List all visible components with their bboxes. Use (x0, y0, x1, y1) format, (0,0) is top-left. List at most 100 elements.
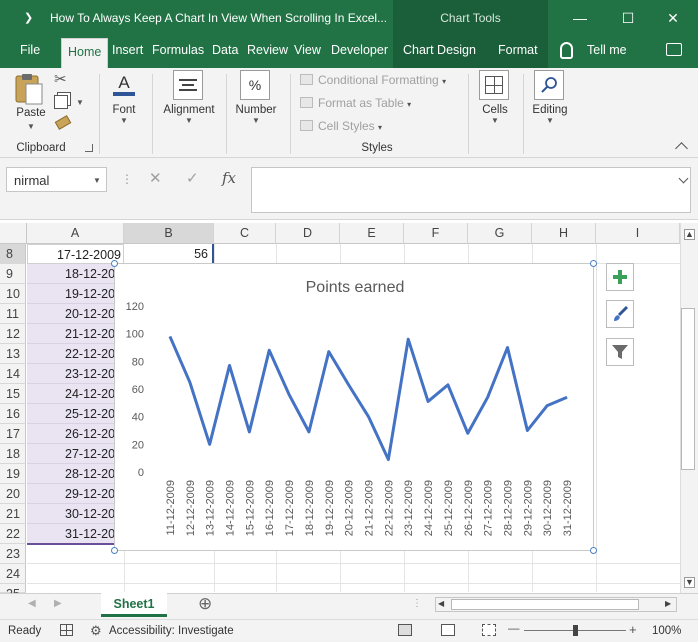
row-header[interactable]: 8 (0, 244, 26, 264)
copy-dropdown-icon[interactable]: ▼ (76, 98, 84, 107)
zoom-in-button[interactable]: + (629, 622, 637, 637)
tab-chart-design[interactable]: Chart Design (397, 36, 482, 64)
column-header[interactable]: A (27, 223, 124, 244)
accessibility-icon[interactable]: ⚙ (90, 623, 102, 639)
cell-a12[interactable]: 21-12-200 (27, 324, 124, 344)
cell-a8[interactable]: 17-12-2009 (27, 244, 124, 264)
tab-data[interactable]: Data (206, 36, 244, 64)
row-header[interactable]: 12 (0, 324, 26, 344)
column-header[interactable]: C (214, 223, 276, 244)
enter-entry-button[interactable]: ✓ (186, 169, 199, 187)
vertical-scroll-thumb[interactable] (681, 308, 695, 470)
column-header[interactable]: E (340, 223, 404, 244)
chart-resize-handle[interactable] (111, 260, 118, 267)
comments-icon[interactable] (666, 43, 682, 56)
cell-styles-button[interactable]: Cell Styles ▾ (300, 119, 382, 133)
tab-format[interactable]: Format (492, 36, 544, 64)
column-header[interactable]: G (468, 223, 532, 244)
scroll-left-button[interactable]: ◀ (438, 599, 444, 608)
number-button[interactable]: % Number ▼ (230, 70, 282, 134)
cell-a22[interactable]: 31-12-200 (27, 524, 124, 544)
column-header[interactable]: F (404, 223, 468, 244)
row-header[interactable]: 25 (0, 584, 26, 601)
tab-view[interactable]: View (288, 36, 327, 64)
macro-record-icon[interactable] (60, 624, 73, 636)
tab-insert[interactable]: Insert (106, 36, 149, 64)
minimize-button[interactable]: — (555, 0, 605, 36)
row-header[interactable]: 15 (0, 384, 26, 404)
maximize-button[interactable]: ☐ (603, 0, 653, 36)
formula-bar-grip-icon[interactable]: ⋮ (121, 172, 133, 186)
cell-a18[interactable]: 27-12-200 (27, 444, 124, 464)
cell-a16[interactable]: 25-12-200 (27, 404, 124, 424)
name-box[interactable]: nirmal ▼ (6, 167, 107, 192)
column-header[interactable]: H (532, 223, 596, 244)
sheet-tab-sheet1[interactable]: Sheet1 (101, 593, 167, 617)
tab-developer[interactable]: Developer (325, 36, 394, 64)
copy-icon[interactable] (54, 95, 68, 109)
zoom-level[interactable]: 100% (652, 625, 681, 637)
row-header[interactable]: 18 (0, 444, 26, 464)
horizontal-scroll-thumb[interactable] (451, 599, 639, 610)
cell-a21[interactable]: 30-12-200 (27, 504, 124, 524)
tab-home[interactable]: Home (61, 38, 109, 68)
name-box-dropdown-icon[interactable]: ▼ (93, 176, 101, 185)
editing-button[interactable]: Editing ▼ (528, 70, 572, 134)
chart-resize-handle[interactable] (590, 547, 597, 554)
cell-a13[interactable]: 22-12-200 (27, 344, 124, 364)
app-menu-icon[interactable]: ❯ (24, 11, 33, 24)
row-header[interactable]: 10 (0, 284, 26, 304)
row-header[interactable]: 23 (0, 544, 26, 564)
row-header[interactable]: 22 (0, 524, 26, 544)
column-header[interactable]: D (276, 223, 340, 244)
format-as-table-button[interactable]: Format as Table ▾ (300, 96, 411, 110)
cancel-entry-button[interactable]: ✕ (149, 169, 162, 187)
scroll-right-button[interactable]: ▶ (665, 599, 671, 608)
page-layout-view-icon[interactable] (441, 624, 455, 636)
series-line[interactable] (168, 335, 568, 462)
cell-b8[interactable]: 56 (124, 244, 214, 264)
cut-icon[interactable]: ✂ (54, 70, 67, 88)
chart-resize-handle[interactable] (590, 260, 597, 267)
scroll-down-button[interactable]: ▼ (684, 577, 695, 588)
chart-object[interactable]: Points earned 0 20 40 60 80 100 120 11-12-2009… (114, 263, 594, 551)
insert-function-button[interactable]: fx (222, 169, 236, 187)
conditional-formatting-button[interactable]: Conditional Formatting ▾ (300, 73, 446, 87)
zoom-slider-thumb[interactable] (573, 625, 578, 636)
cell-a19[interactable]: 28-12-200 (27, 464, 124, 484)
new-sheet-button[interactable]: ⊕ (198, 594, 212, 614)
row-header[interactable]: 14 (0, 364, 26, 384)
accessibility-status[interactable]: Accessibility: Investigate (109, 625, 234, 637)
chart-elements-button[interactable] (606, 263, 634, 291)
alignment-button[interactable]: Alignment ▼ (158, 70, 220, 134)
select-all-corner[interactable] (0, 223, 27, 244)
row-header[interactable]: 19 (0, 464, 26, 484)
tab-file[interactable]: File (14, 36, 46, 64)
cell-a10[interactable]: 19-12-200 (27, 284, 124, 304)
row-header[interactable]: 17 (0, 424, 26, 444)
row-header[interactable]: 24 (0, 564, 26, 584)
tell-me-search[interactable]: Tell me (581, 36, 633, 64)
row-header[interactable]: 11 (0, 304, 26, 324)
zoom-out-button[interactable]: — (508, 623, 520, 635)
cell-a14[interactable]: 23-12-200 (27, 364, 124, 384)
paste-button[interactable]: Paste ▼ (12, 72, 50, 134)
prev-sheet-icon[interactable]: ◀ (28, 598, 36, 609)
next-sheet-icon[interactable]: ▶ (54, 598, 62, 609)
tab-review[interactable]: Review (241, 36, 294, 64)
row-header[interactable]: 21 (0, 504, 26, 524)
chart-resize-handle[interactable] (111, 547, 118, 554)
tab-split-icon[interactable]: ⋮ (412, 598, 422, 609)
tab-formulas[interactable]: Formulas (146, 36, 210, 64)
column-header[interactable]: B (124, 223, 214, 244)
chart-filters-button[interactable] (606, 338, 634, 366)
normal-view-icon[interactable] (398, 624, 412, 636)
cell-a20[interactable]: 29-12-200 (27, 484, 124, 504)
cell-a15[interactable]: 24-12-200 (27, 384, 124, 404)
formula-input[interactable] (251, 167, 691, 213)
row-header[interactable]: 13 (0, 344, 26, 364)
close-button[interactable]: ✕ (648, 0, 698, 36)
row-header[interactable]: 20 (0, 484, 26, 504)
font-button[interactable]: A Font ▼ (104, 70, 144, 134)
row-header[interactable]: 16 (0, 404, 26, 424)
